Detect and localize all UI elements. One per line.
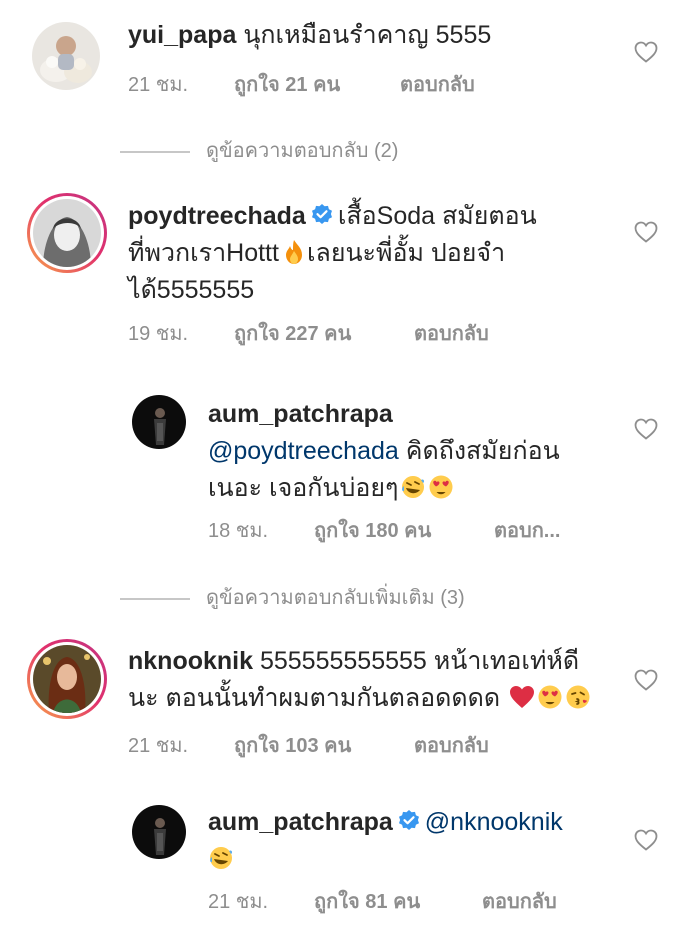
comment-text-line2: นะ ตอนนั้นทำผมตามกันตลอดดดด: [128, 684, 501, 712]
view-replies-link[interactable]: ดูข้อความตอบกลับ (2): [120, 134, 398, 166]
comment-text-line1: คิดถึงสมัยก่อน: [405, 437, 560, 465]
likes-count[interactable]: ถูกใจ 227 คน: [234, 317, 351, 349]
reply-button[interactable]: ตอบกลับ: [414, 729, 489, 761]
fire-emoji: [285, 240, 302, 264]
comment-text-line2a: ที่พวกเราHottt: [128, 239, 279, 267]
avatar-photo: [132, 805, 186, 859]
username[interactable]: aum_patchrapa: [208, 400, 393, 428]
comment-text-line2: เนอะ เจอกันบ่อยๆ: [208, 474, 399, 502]
avatar-aum-patchrapa[interactable]: [132, 805, 186, 859]
comment-time: 21 ชม.: [128, 74, 189, 96]
red-heart-emoji: [510, 686, 535, 708]
comment-time: 21 ชม.: [128, 735, 189, 757]
likes-count[interactable]: ถูกใจ 180 คน: [314, 514, 431, 546]
view-replies-text: ดูข้อความตอบกลับเพิ่มเติม (3): [206, 587, 465, 609]
comment-text: นุกเหมือนรำคาญ 5555: [243, 21, 492, 49]
avatar-aum-patchrapa[interactable]: [132, 395, 186, 449]
avatar-photo: [33, 645, 101, 713]
avatar-photo: [33, 199, 101, 267]
verified-badge-icon: [311, 204, 332, 224]
heart-eyes-emoji: [429, 475, 453, 499]
like-heart-icon[interactable]: [634, 221, 658, 243]
avatar-nknooknik[interactable]: [27, 639, 107, 719]
divider-line: [120, 150, 190, 153]
reply-aum-patchrapa-2: aum_patchrapa @nknooknik 21 ชม. ถูกใจ 81 …: [0, 790, 700, 940]
reply-button[interactable]: ตอบก...: [494, 514, 560, 546]
likes-count[interactable]: ถูกใจ 21 คน: [234, 68, 340, 100]
comment-nknooknik: nknooknik 555555555555 หน้าเทอเท่ห์ดี นะ…: [0, 632, 700, 772]
comment-yui-papa: yui_papa นุกเหมือนรำคาญ 5555 21 ชม. ถูกใ…: [0, 0, 700, 120]
username[interactable]: poydtreechada: [128, 202, 306, 230]
comment-time: 19 ชม.: [128, 323, 189, 345]
likes-count[interactable]: ถูกใจ 81 คน: [314, 885, 420, 917]
avatar-poydtreechada[interactable]: [27, 193, 107, 273]
view-more-replies-link[interactable]: ดูข้อความตอบกลับเพิ่มเติม (3): [120, 581, 465, 613]
avatar-photo: [32, 22, 100, 90]
username[interactable]: yui_papa: [128, 21, 236, 49]
comment-time: 21 ชม.: [208, 891, 269, 913]
heart-eyes-emoji: [538, 685, 562, 709]
comment-text-line1: 555555555555 หน้าเทอเท่ห์ดี: [259, 647, 580, 675]
rofl-emoji: [402, 476, 425, 498]
reply-button[interactable]: ตอบกลับ: [482, 885, 557, 917]
likes-count[interactable]: ถูกใจ 103 คน: [234, 729, 351, 761]
avatar-yui-papa[interactable]: [32, 22, 100, 90]
comment-time: 18 ชม.: [208, 520, 269, 542]
like-heart-icon[interactable]: [634, 829, 658, 851]
kissing-emoji: [566, 685, 590, 709]
comment-text-line3: ได้5555555: [128, 276, 255, 304]
username[interactable]: nknooknik: [128, 647, 253, 675]
like-heart-icon[interactable]: [634, 418, 658, 440]
mention-link[interactable]: @poydtreechada: [208, 437, 399, 465]
verified-badge-icon: [398, 810, 419, 830]
reply-aum-patchrapa-1: aum_patchrapa @poydtreechada คิดถึงสมัยก…: [0, 380, 700, 550]
like-heart-icon[interactable]: [634, 41, 658, 63]
comment-poydtreechada: poydtreechada เสื้อSoda สมัยตอน ที่พวกเรา…: [0, 180, 700, 350]
reply-button[interactable]: ตอบกลับ: [400, 68, 475, 100]
rofl-emoji: [210, 847, 233, 869]
mention-link[interactable]: @nknooknik: [425, 808, 563, 836]
username[interactable]: aum_patchrapa: [208, 808, 393, 836]
divider-line: [120, 597, 190, 600]
comment-text-line2b: เลยนะพี่อั้ม ปอยจำ: [306, 239, 506, 267]
like-heart-icon[interactable]: [634, 669, 658, 691]
reply-button[interactable]: ตอบกลับ: [414, 317, 489, 349]
comment-text-line1: เสื้อSoda สมัยตอน: [337, 202, 537, 230]
view-replies-text: ดูข้อความตอบกลับ (2): [206, 140, 399, 162]
avatar-photo: [132, 395, 186, 449]
